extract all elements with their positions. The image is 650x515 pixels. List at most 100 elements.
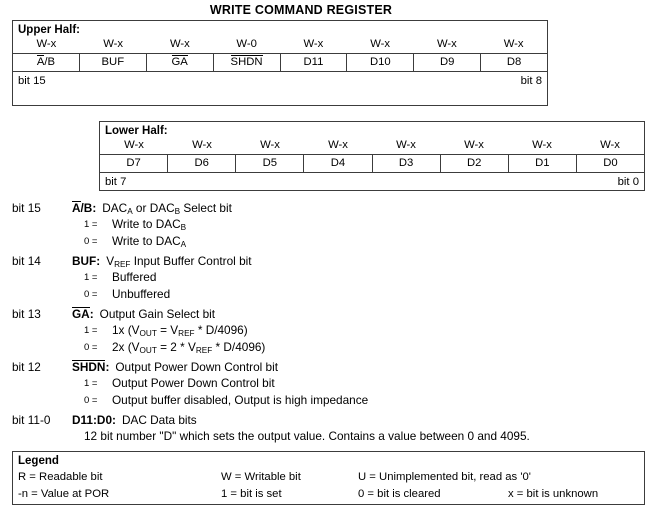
bit-index-13: bit 13: [12, 307, 41, 321]
attr-cell-bit7: W-x: [124, 139, 144, 151]
bit-12-value-zero: 0 = Output buffer disabled, Output is hi…: [84, 392, 650, 409]
bit-entry-12: bit 12 SHDN: Output Power Down Control b…: [0, 359, 650, 409]
lower-half-name-row: D7 D6 D5 D4 D3 D2 D1 D0: [100, 154, 644, 173]
bit-entry-14: bit 14 BUF: VREF Input Buffer Control bi…: [0, 253, 650, 303]
bit-cell-d11: D11: [281, 54, 348, 71]
bit-name-11-0: D11:D0:: [72, 413, 116, 427]
bit-cell-d7: D7: [100, 155, 169, 172]
bit-15-one-value: Write to DACB: [112, 217, 187, 233]
lower-half-attribute-row: W-x W-x W-x W-x W-x W-x W-x W-x: [100, 138, 644, 154]
bit-14-one-label: 1 =: [84, 272, 98, 283]
attr-cell-bit9: W-x: [436, 38, 457, 50]
bit-15-zero-value: Write to DACA: [112, 234, 187, 250]
bit-13-value-one: 1 = 1x (VOUT = VREF * D/4096): [84, 322, 650, 339]
upper-half-bit-left: bit 15: [18, 75, 46, 87]
lower-half-bit-range: bit 7 bit 0: [100, 173, 644, 190]
legend-readable-bit: R = Readable bit: [18, 471, 103, 483]
bit-desc-13: Output Gain Select bit: [99, 307, 216, 321]
attr-cell-bit6: W-x: [192, 139, 212, 151]
attr-cell-bit12: W-0: [236, 38, 257, 50]
attr-cell-bit13: W-x: [169, 38, 190, 50]
attr-cell-bit8: W-x: [503, 38, 524, 50]
bit-desc-12: Output Power Down Control bit: [115, 360, 278, 374]
bit-12-value-one: 1 = Output Power Down Control bit: [84, 375, 650, 392]
bit-name-14: BUF:: [72, 254, 101, 268]
legend-bit-is-cleared: 0 = bit is cleared: [358, 488, 441, 500]
attr-cell-bit3: W-x: [396, 139, 416, 151]
legend-row-2: -n = Value at POR 1 = bit is set 0 = bit…: [13, 486, 644, 503]
bit-14-one-value: Buffered: [112, 270, 157, 284]
upper-half-bit-right: bit 8: [520, 75, 542, 87]
attr-cell-bit4: W-x: [328, 139, 348, 151]
upper-half-label: Upper Half:: [18, 24, 80, 36]
bit-cell-a-b: A/B: [13, 54, 80, 71]
attr-cell-bit0: W-x: [600, 139, 620, 151]
bit-cell-d1: D1: [509, 155, 577, 172]
bit-15-zero-label: 0 =: [84, 236, 98, 247]
attr-cell-bit10: W-x: [370, 38, 391, 50]
bit-cell-ga: GA: [147, 54, 214, 71]
bit-index-14: bit 14: [12, 254, 41, 268]
bit-name-12: SHDN:: [72, 359, 110, 374]
bit-cell-d5: D5: [236, 155, 305, 172]
attr-cell-bit15: W-x: [36, 38, 57, 50]
bit-cell-d6: D6: [168, 155, 237, 172]
bit-15-value-zero: 0 = Write to DACA: [84, 233, 650, 250]
bit-description-list: bit 15 A/B: DACA or DACB Select bit 1 = …: [0, 200, 650, 448]
bit-13-one-label: 1 =: [84, 325, 98, 336]
bit-note-11-0: 12 bit number "D" which sets the output …: [84, 429, 530, 443]
bit-14-zero-value: Unbuffered: [112, 287, 171, 301]
lower-half-bit-right: bit 0: [617, 176, 639, 188]
bit-12-zero-value: Output buffer disabled, Output is high i…: [112, 393, 369, 407]
bit-desc-11-0: DAC Data bits: [121, 413, 197, 427]
attr-cell-bit1: W-x: [532, 139, 552, 151]
bit-index-11-0: bit 11-0: [12, 413, 51, 427]
lower-half-bit-left: bit 7: [105, 176, 127, 188]
bit-index-12: bit 12: [12, 360, 41, 374]
bit-15-value-one: 1 = Write to DACB: [84, 216, 650, 233]
bit-cell-d3: D3: [373, 155, 441, 172]
upper-half-name-row: A/B BUF GA SHDN D11 D10 D9 D8: [13, 53, 547, 72]
bit-cell-d9: D9: [414, 54, 482, 71]
bit-name-15: A/B:: [72, 200, 97, 215]
bit-13-zero-value: 2x (VOUT = 2 * VREF * D/4096): [112, 340, 266, 356]
bit-cell-d10: D10: [347, 54, 415, 71]
bit-13-one-value: 1x (VOUT = VREF * D/4096): [112, 323, 248, 339]
bit-15-one-label: 1 =: [84, 219, 98, 230]
attr-cell-bit5: W-x: [260, 139, 280, 151]
bit-entry-13: bit 13 GA: Output Gain Select bit 1 = 1x…: [0, 306, 650, 356]
legend-bit-is-set: 1 = bit is set: [221, 488, 282, 500]
bit-13-value-zero: 0 = 2x (VOUT = 2 * VREF * D/4096): [84, 339, 650, 356]
bit-cell-d4: D4: [304, 155, 373, 172]
page-title: WRITE COMMAND REGISTER: [209, 3, 393, 17]
bit-14-zero-label: 0 =: [84, 289, 98, 300]
bit-desc-14: VREF Input Buffer Control bit: [106, 254, 252, 270]
legend-value-at-por: -n = Value at POR: [18, 488, 110, 500]
lower-half-label: Lower Half:: [105, 125, 168, 137]
attr-cell-bit2: W-x: [464, 139, 484, 151]
bit-cell-d2: D2: [441, 155, 509, 172]
bit-entry-15: bit 15 A/B: DACA or DACB Select bit 1 = …: [0, 200, 650, 250]
legend-writable-bit: W = Writable bit: [221, 471, 301, 483]
upper-half-register-table: Upper Half: W-x W-x W-x W-0 W-x W-x W-x …: [12, 20, 548, 106]
bit-13-zero-label: 0 =: [84, 342, 98, 353]
bit-14-value-one: 1 = Buffered: [84, 269, 650, 286]
bit-name-13: GA:: [72, 306, 94, 321]
lower-half-register-table: Lower Half: W-x W-x W-x W-x W-x W-x W-x …: [99, 121, 645, 191]
bit-14-value-zero: 0 = Unbuffered: [84, 286, 650, 303]
bit-entry-11-0: bit 11-0 D11:D0: DAC Data bits 12 bit nu…: [0, 412, 650, 445]
legend-title: Legend: [18, 455, 59, 467]
bit-desc-15: DACA or DACB Select bit: [102, 201, 232, 217]
bit-index-15: bit 15: [12, 201, 41, 215]
upper-half-bit-range: bit 15 bit 8: [13, 72, 547, 89]
attr-cell-bit14: W-x: [103, 38, 124, 50]
legend-unimplemented-bit: U = Unimplemented bit, read as '0': [358, 471, 531, 483]
upper-half-attribute-row: W-x W-x W-x W-0 W-x W-x W-x W-x: [13, 37, 547, 53]
bit-12-one-value: Output Power Down Control bit: [112, 376, 275, 390]
legend-bit-is-unknown: x = bit is unknown: [508, 488, 599, 500]
bit-cell-shdn: SHDN: [214, 54, 281, 71]
attr-cell-bit11: W-x: [303, 38, 324, 50]
bit-cell-buf: BUF: [80, 54, 147, 71]
bit-12-zero-label: 0 =: [84, 395, 98, 406]
bit-12-one-label: 1 =: [84, 378, 98, 389]
